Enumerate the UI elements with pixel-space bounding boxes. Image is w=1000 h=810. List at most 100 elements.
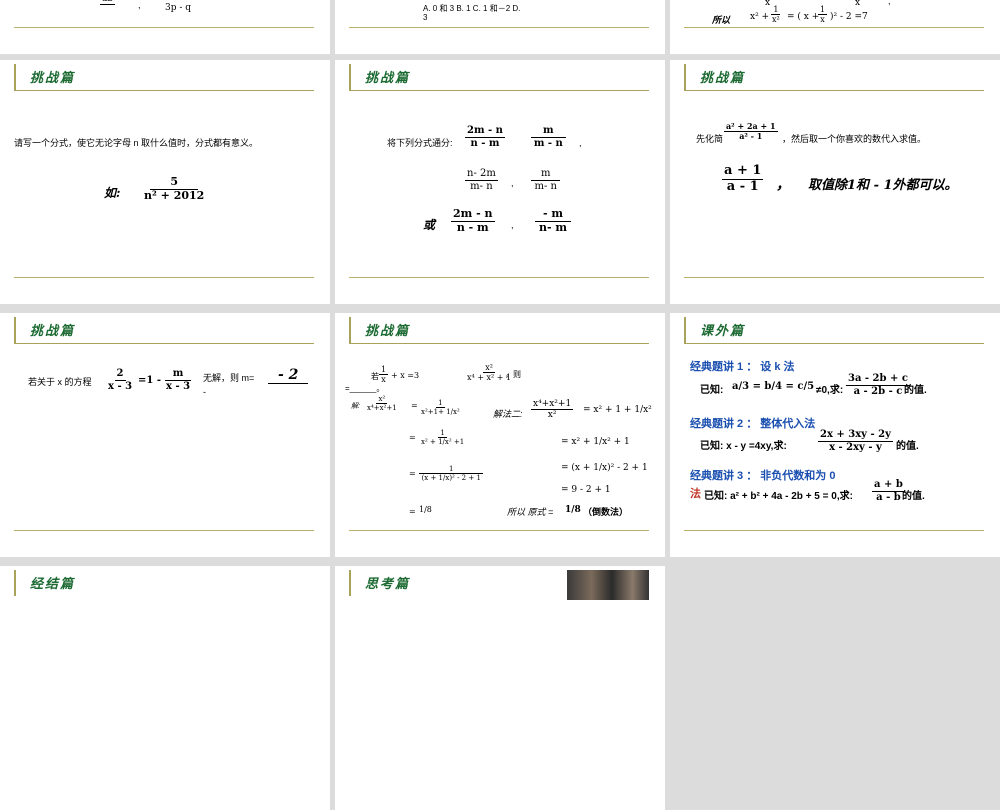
method-2-step-5: = 9 - 2 + 1 (561, 485, 611, 495)
footer-rule (349, 27, 649, 28)
numerator: 2 (114, 368, 126, 381)
numerator: m (164, 368, 192, 381)
example-2-fraction: 2x + 3xy - 2y x - 2xy - y (818, 429, 893, 453)
numerator: x² (376, 395, 388, 405)
fraction-denominator: 3p - q (165, 3, 192, 13)
answer-options-tail: 3 (423, 13, 428, 22)
x-label-2: x (855, 0, 861, 8)
equals-sign: = (409, 507, 416, 516)
example-3-text: 已知: a² + b² + 4a - 2b + 5 = 0,求: (704, 491, 853, 502)
numerator: 3a - 2b + c (846, 373, 910, 386)
prompt-text-a: 先化简 (696, 134, 724, 144)
fraction-numerator: ab (100, 0, 116, 6)
header-rule (684, 90, 984, 91)
fraction-1: 2 x - 3 (106, 368, 134, 392)
numerator: 2m - n (465, 125, 505, 138)
example-3-fraction: a + b a - b (872, 479, 905, 503)
answer-denominator: n² + 2012 (144, 188, 205, 202)
method-2-step-1: x⁴+x²+1 x² (531, 399, 574, 421)
denominator: n - m (470, 137, 500, 149)
fraction-2: m m - n (531, 125, 566, 149)
fraction-2: m x - 3 (164, 368, 192, 392)
numerator: a + b (872, 479, 905, 492)
equals-text: =1 - (138, 375, 161, 386)
thumbnail-image[interactable] (567, 570, 649, 600)
prompt-text-a: 若关于 x 的方程 (28, 377, 92, 387)
prompt-text: 将下列分式通分: (387, 138, 453, 148)
method-2-label: 解法二: (493, 409, 523, 419)
slide-challenge-4[interactable]: 挑战篇 若关于 x 的方程 2 x - 3 =1 - m x - 3 无解，则 … (0, 313, 330, 557)
slide-extra[interactable]: 课外篇 经典题讲 1 ： 设 k 法 已知: a/3 = b/4 = c/5 ≠… (670, 313, 1000, 557)
example-1-ratios: a/3 = b/4 = c/5 (732, 381, 815, 392)
answer-value: - 2 (268, 367, 309, 384)
numerator: 2m - n (451, 207, 495, 222)
footer-rule (14, 27, 314, 28)
method-2-step-2: = x² + 1 + 1/x² (583, 405, 652, 415)
prompt-text-b: 无解，则 m= (203, 373, 255, 383)
numerator: - m (535, 207, 572, 222)
denominator: m- n (534, 180, 557, 192)
note-text: 取值除1和 - 1外都可以。 (808, 178, 958, 193)
result-fraction-3: 2m - n n - m (451, 207, 495, 234)
slide-challenge-5[interactable]: 挑战篇 若 1 x + x =3 =______。 x² x⁴ + x² + 1… (335, 313, 665, 557)
equals-sign: = (409, 469, 416, 478)
conclusion-text: 所以 原式 = (507, 507, 554, 517)
answer-numerator: 5 (150, 175, 198, 190)
header-rule (684, 343, 984, 344)
example-3-end: 的值. (902, 491, 925, 502)
denominator: x²+1+ 1/x² (421, 408, 460, 417)
footer-rule (349, 530, 649, 531)
numerator: 1 (419, 465, 484, 475)
equals-sign: = (409, 433, 416, 442)
example-1-tail: ≠0,求: (816, 385, 844, 396)
footer-rule (684, 27, 984, 28)
or-label: 或 (423, 218, 436, 232)
footer-rule (14, 277, 314, 278)
method-1-step-3: 1 x² + 1/x² +1 (419, 429, 466, 446)
header-rule (14, 343, 314, 344)
example-2-text: 已知: x - y =4xy,求: (700, 441, 787, 452)
denominator: x (820, 15, 825, 25)
comma: , (579, 138, 582, 148)
numerator: x⁴+x²+1 (531, 399, 574, 411)
comma: , (138, 0, 141, 10)
slide-think[interactable]: 思考篇 (335, 566, 665, 810)
slide-challenge-3[interactable]: 挑战篇 先化简 a² + 2a + 1 a² - 1 ，然后取一个你喜欢的数代入… (670, 60, 1000, 304)
answer-options: A. 0 和 3 B. 1 C. 1 和－2 D. (423, 4, 521, 13)
denominator: a - 2b - c (853, 385, 903, 397)
result-fraction-4: - m n- m (535, 207, 572, 234)
example-1-text: 已知: (700, 385, 724, 396)
question-fraction: a² + 2a + 1 a² - 1 (724, 121, 778, 141)
denominator: x² + 1/x² +1 (421, 438, 465, 447)
fraction-1: 2m - n n - m (465, 125, 505, 149)
denominator: (x + 1/x)² - 2 + 1 (421, 474, 481, 483)
denominator: x⁴+x²+1 (367, 404, 397, 413)
numerator: 2x + 3xy - 2y (818, 429, 893, 442)
comma: ， (776, 177, 790, 193)
numerator: 1 (379, 365, 389, 376)
footer-rule (14, 530, 314, 531)
slide-title: 挑战篇 (365, 324, 411, 339)
condition-tail: + x =3 (391, 371, 420, 380)
denominator: x - 2xy - y (829, 441, 882, 453)
condition-label: 若 (371, 372, 379, 381)
slide-title: 挑战篇 (30, 71, 76, 86)
example-2-label: 经典题讲 2 ： 整体代入法 (690, 418, 816, 430)
slide-top-left[interactable]: ab , 3p - q (0, 0, 330, 54)
slide-title: 挑战篇 (365, 71, 411, 86)
denominator: n - m (456, 220, 489, 234)
header-rule (14, 90, 314, 91)
example-1-label: 经典题讲 1 ： 设 k 法 (690, 361, 795, 373)
slide-challenge-2[interactable]: 挑战篇 将下列分式通分: 2m - n n - m m m - n , n- 2… (335, 60, 665, 304)
footer-rule (684, 277, 984, 278)
slide-challenge-1[interactable]: 挑战篇 请写一个分式，使它无论字母 n 取什么值时，分式都有意义。 如: 5 n… (0, 60, 330, 304)
slide-top-right[interactable]: x x , 所以 x² + 1 x² = ( x + 1x )² - 2 =7 (670, 0, 1000, 54)
denominator: a - b (876, 491, 901, 503)
then-text: ，则 (505, 370, 521, 379)
example-3-label: 经典题讲 3 ： 非负代数和为 0 (690, 470, 836, 482)
slide-title: 课外篇 (700, 324, 746, 339)
denominator: m- n (470, 180, 493, 192)
denominator: x² (547, 410, 557, 421)
slide-top-middle[interactable]: A. 0 和 3 B. 1 C. 1 和－2 D. 3 (335, 0, 665, 54)
slide-summary[interactable]: 经结篇 (0, 566, 330, 810)
